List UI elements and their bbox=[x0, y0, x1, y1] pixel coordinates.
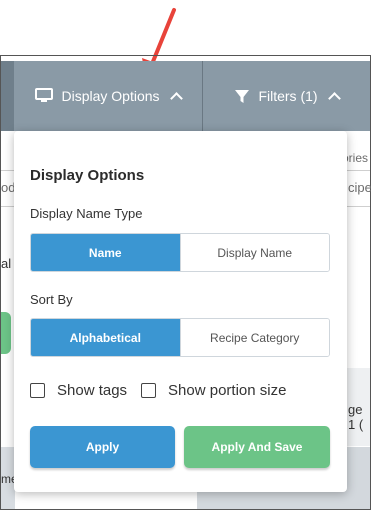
filters-label: Filters (1) bbox=[258, 88, 318, 104]
bg-text-al: al bbox=[1, 256, 12, 271]
apply-button[interactable]: Apply bbox=[30, 426, 175, 468]
show-tags-option[interactable]: Show tags bbox=[30, 382, 127, 399]
option-name[interactable]: Name bbox=[31, 234, 180, 271]
popup-title: Display Options bbox=[30, 167, 145, 184]
display-options-button[interactable]: Display Options bbox=[14, 61, 202, 131]
filters-button[interactable]: Filters (1) bbox=[203, 61, 370, 131]
show-tags-label: Show tags bbox=[57, 382, 128, 399]
chevron-up-icon bbox=[169, 92, 183, 105]
sort-by-toggle: Alphabetical Recipe Category bbox=[30, 318, 330, 357]
show-tags-checkbox[interactable] bbox=[30, 383, 45, 398]
bg-divider bbox=[347, 170, 370, 171]
monitor-icon bbox=[35, 88, 54, 102]
toolbar: Display Options Filters (1) bbox=[1, 61, 370, 131]
show-portion-size-label: Show portion size bbox=[168, 382, 287, 399]
option-recipe-category[interactable]: Recipe Category bbox=[179, 319, 329, 356]
option-alphabetical[interactable]: Alphabetical bbox=[31, 319, 180, 356]
bg-green-button bbox=[1, 312, 11, 354]
display-options-label: Display Options bbox=[61, 88, 160, 104]
screen: Display Options Filters (1) ories od cip… bbox=[0, 0, 371, 510]
display-name-type-label: Display Name Type bbox=[30, 206, 143, 221]
options-checkboxes: Show tags Show portion size bbox=[30, 382, 300, 399]
apply-and-save-button[interactable]: Apply And Save bbox=[184, 426, 330, 468]
bg-text-page: ge 1 ( bbox=[348, 402, 364, 432]
display-options-popup: Display Options Display Name Type Name D… bbox=[14, 131, 347, 492]
bg-divider bbox=[347, 206, 370, 207]
show-portion-size-option[interactable]: Show portion size bbox=[141, 382, 286, 399]
sort-by-label: Sort By bbox=[30, 292, 73, 307]
bg-text-cipe: cipe bbox=[348, 180, 371, 195]
chevron-up-icon bbox=[327, 92, 341, 105]
show-portion-size-checkbox[interactable] bbox=[141, 383, 157, 398]
option-display-name[interactable]: Display Name bbox=[179, 234, 329, 271]
display-name-type-toggle: Name Display Name bbox=[30, 233, 330, 272]
toolbar-edge bbox=[1, 61, 14, 131]
bg-divider bbox=[1, 170, 14, 171]
filter-icon bbox=[235, 90, 250, 103]
bg-divider bbox=[1, 206, 14, 207]
